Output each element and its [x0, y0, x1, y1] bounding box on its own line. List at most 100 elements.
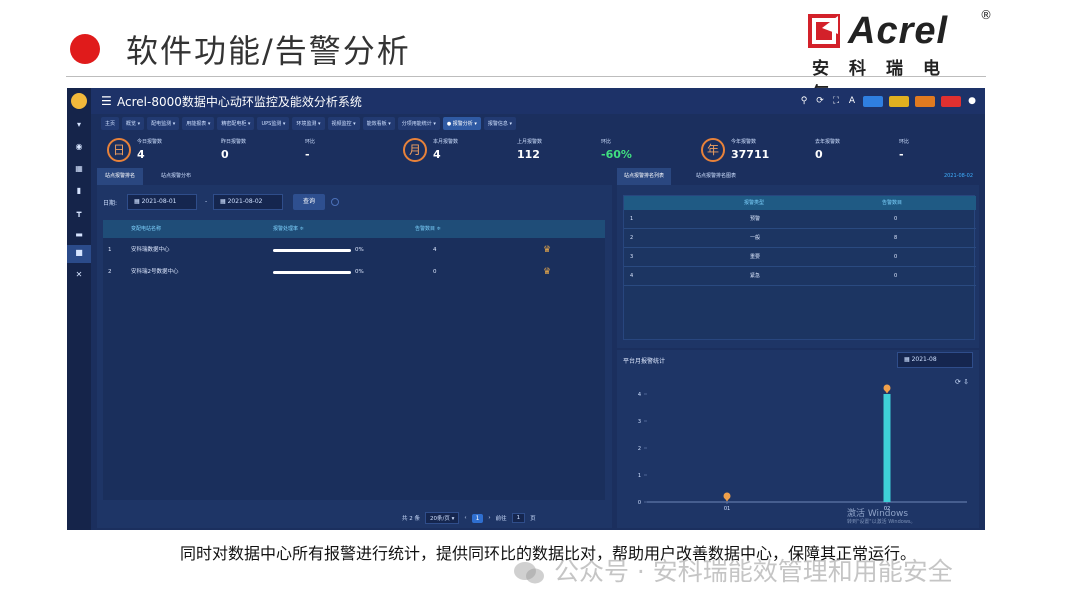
- tab-ranking-list[interactable]: 站点报警排名列表: [617, 168, 672, 185]
- date-separator: -: [205, 198, 208, 205]
- refresh-icon[interactable]: ⟳: [815, 96, 825, 106]
- notice-badge-red[interactable]: [941, 95, 961, 107]
- sidebar-book-icon[interactable]: ▬: [73, 230, 85, 240]
- table-row[interactable]: 3 重要 0: [624, 248, 976, 267]
- windows-activation-hint: 转到"设置"以激活 Windows。: [847, 519, 916, 525]
- slide-title: 软件功能/告警分析: [126, 32, 411, 70]
- wechat-watermark: 公众号 · 安科瑞能效管理和用能安全: [512, 552, 953, 588]
- alarm-stats-row: 日 今日报警数 4 昨日报警数 0 环比 - 月 本月报警数 4 上月报警数 1…: [91, 134, 985, 166]
- acrel-logo: Acrel ® 安科瑞电气: [808, 8, 992, 104]
- help-icon[interactable]: [331, 198, 339, 206]
- menu-icon[interactable]: ☰: [101, 94, 112, 108]
- app-title: Acrel-8000数据中心动环监控及能效分析系统: [117, 95, 362, 109]
- tab-video[interactable]: 视频监控 ▾: [327, 116, 360, 130]
- y-tick-label: 3: [638, 419, 641, 425]
- yesterday-value: 0: [221, 148, 229, 161]
- table-row[interactable]: 4 紧急 0: [624, 267, 976, 286]
- year-icon: 年: [701, 138, 725, 162]
- tab-ups[interactable]: UPS监测 ▾: [257, 116, 290, 130]
- sidebar-avatar-icon[interactable]: [71, 93, 87, 109]
- month-label: 本月报警数: [433, 139, 459, 145]
- sidebar-chart-icon[interactable]: ▮: [73, 186, 85, 196]
- row-rate-pct: 0%: [355, 269, 364, 275]
- sidebar-grid-icon[interactable]: ▦: [73, 164, 85, 174]
- notice-badge-yellow[interactable]: [889, 95, 909, 107]
- tab-energy-report[interactable]: 用能报表 ▾: [182, 116, 215, 130]
- pager-total: 共 2 条: [402, 516, 420, 522]
- row-site-name: 安科瑞2号数据中心: [131, 269, 179, 275]
- row-alarm-count: 4: [433, 247, 437, 253]
- handle-rate-bar: [273, 249, 351, 252]
- tab-ranking-chart[interactable]: 站点报警排名图表: [689, 168, 743, 185]
- day-ratio-value: -: [305, 148, 310, 161]
- table-row[interactable]: 2 安科瑞2号数据中心 0% 0 ♛: [103, 262, 605, 282]
- notice-badge-orange[interactable]: [915, 95, 935, 107]
- last-month-value: 112: [517, 148, 540, 161]
- year-label: 今年报警数: [731, 139, 757, 145]
- logo-wordmark: Acrel: [848, 10, 949, 52]
- date-to-input[interactable]: ▦ 2021-08-02: [213, 194, 283, 210]
- today-value: 4: [137, 148, 145, 161]
- tab-precision-cabinet[interactable]: 精密配电柜 ▾: [217, 116, 255, 130]
- tab-overview[interactable]: 概览 ▾: [122, 116, 145, 130]
- bar: [883, 394, 891, 502]
- last-year-value: 0: [815, 148, 823, 161]
- wechat-icon: [514, 562, 544, 584]
- date-from-input[interactable]: ▦ 2021-08-01: [127, 194, 197, 210]
- right-panel-tabs: 站点报警排名列表 站点报警排名图表 2021-08-02: [617, 168, 979, 185]
- tab-home[interactable]: 主页: [101, 116, 120, 130]
- acrel-logo-mark-icon: [808, 14, 840, 48]
- tab-alarm-info[interactable]: 报警信息 ▾: [483, 116, 517, 130]
- tab-site-alarm-distribution[interactable]: 站点报警分布: [153, 168, 199, 185]
- tab-efficiency-board[interactable]: 能效看板 ▾: [362, 116, 395, 130]
- table-row[interactable]: 2 一般 8: [624, 229, 976, 248]
- title-bullet-dot: [70, 34, 100, 64]
- site-alarm-ranking-panel: 站点报警排名 站点报警分布 日期: ▦ 2021-08-01 - ▦ 2021-…: [97, 168, 612, 528]
- tab-site-alarm-ranking[interactable]: 站点报警排名: [97, 168, 144, 185]
- tab-subitem-energy[interactable]: 分项用能统计 ▾: [397, 116, 440, 130]
- alarm-type-table: 报警类型 告警数目 1 预警 0 2 一般 8 3 重要 0 4 紧急 0: [623, 195, 976, 340]
- app-window: ▾ ◉ ▦ ▮ ┳ ▬ ■ ✕ ☰ Acrel-8000数据中心动环监控及能效分…: [67, 88, 985, 530]
- table-row[interactable]: 1 安科瑞数据中心 0% 4 ♛: [103, 240, 605, 260]
- col-alarm-count: 告警数目: [882, 200, 903, 206]
- col-alarm-type: 报警类型: [744, 200, 765, 206]
- tab-alarm-analysis[interactable]: ● 报警分析 ▾: [442, 116, 481, 130]
- font-size-icon[interactable]: A: [847, 96, 857, 106]
- tab-environment[interactable]: 环境监测 ▾: [292, 116, 325, 130]
- prev-page-button[interactable]: ‹: [464, 515, 466, 521]
- next-page-button[interactable]: ›: [488, 515, 490, 521]
- query-button[interactable]: 查询: [293, 194, 325, 210]
- date-label: 日期:: [103, 200, 118, 207]
- site-alarm-table: 变配电站名称 报警处理率 ≑ 告警数目 ≑ 1 安科瑞数据中心 0% 4 ♛ 2…: [103, 220, 605, 500]
- goto-page-input[interactable]: 1: [511, 513, 526, 523]
- nav-tabs: 主页 概览 ▾ 配电监测 ▾ 用能报表 ▾ 精密配电柜 ▾ UPS监测 ▾ 环境…: [91, 114, 985, 132]
- col-alarm-count[interactable]: 告警数目 ≑: [415, 220, 441, 238]
- sidebar-globe-icon[interactable]: ◉: [73, 142, 85, 152]
- date-from-value: 2021-08-01: [141, 198, 177, 205]
- sidebar: ▾ ◉ ▦ ▮ ┳ ▬ ■ ✕: [67, 88, 91, 530]
- sidebar-shield-icon[interactable]: ▾: [73, 120, 85, 130]
- current-page[interactable]: 1: [471, 513, 484, 523]
- col-handle-rate[interactable]: 报警处理率 ≑: [273, 220, 304, 238]
- sidebar-tools-icon[interactable]: ✕: [73, 270, 85, 280]
- row-alarm-count: 0: [433, 269, 437, 275]
- header-divider: [66, 76, 986, 77]
- fullscreen-icon[interactable]: ⛶: [831, 96, 841, 106]
- search-icon[interactable]: ⚲: [799, 96, 809, 106]
- yesterday-label: 昨日报警数: [221, 139, 247, 145]
- user-icon[interactable]: ●: [967, 96, 977, 106]
- month-value: 4: [433, 148, 441, 161]
- left-panel-tabs: 站点报警排名 站点报警分布: [97, 168, 612, 185]
- notice-badge-blue[interactable]: [863, 95, 883, 107]
- year-ratio-value: -: [899, 148, 904, 161]
- table-row[interactable]: 1 预警 0: [624, 210, 976, 229]
- row-index: 1: [108, 247, 112, 253]
- sidebar-report-icon[interactable]: ■: [73, 248, 85, 258]
- day-icon: 日: [107, 138, 131, 162]
- wechat-watermark-text: 公众号 · 安科瑞能效管理和用能安全: [553, 557, 953, 586]
- topbar-tools: ⚲ ⟳ ⛶ A ●: [799, 93, 977, 109]
- row-index: 1: [630, 216, 634, 222]
- sidebar-tree-icon[interactable]: ┳: [73, 208, 85, 218]
- tab-power-monitor[interactable]: 配电监测 ▾: [147, 116, 180, 130]
- page-size-select[interactable]: 20条/页 ▾: [425, 512, 460, 524]
